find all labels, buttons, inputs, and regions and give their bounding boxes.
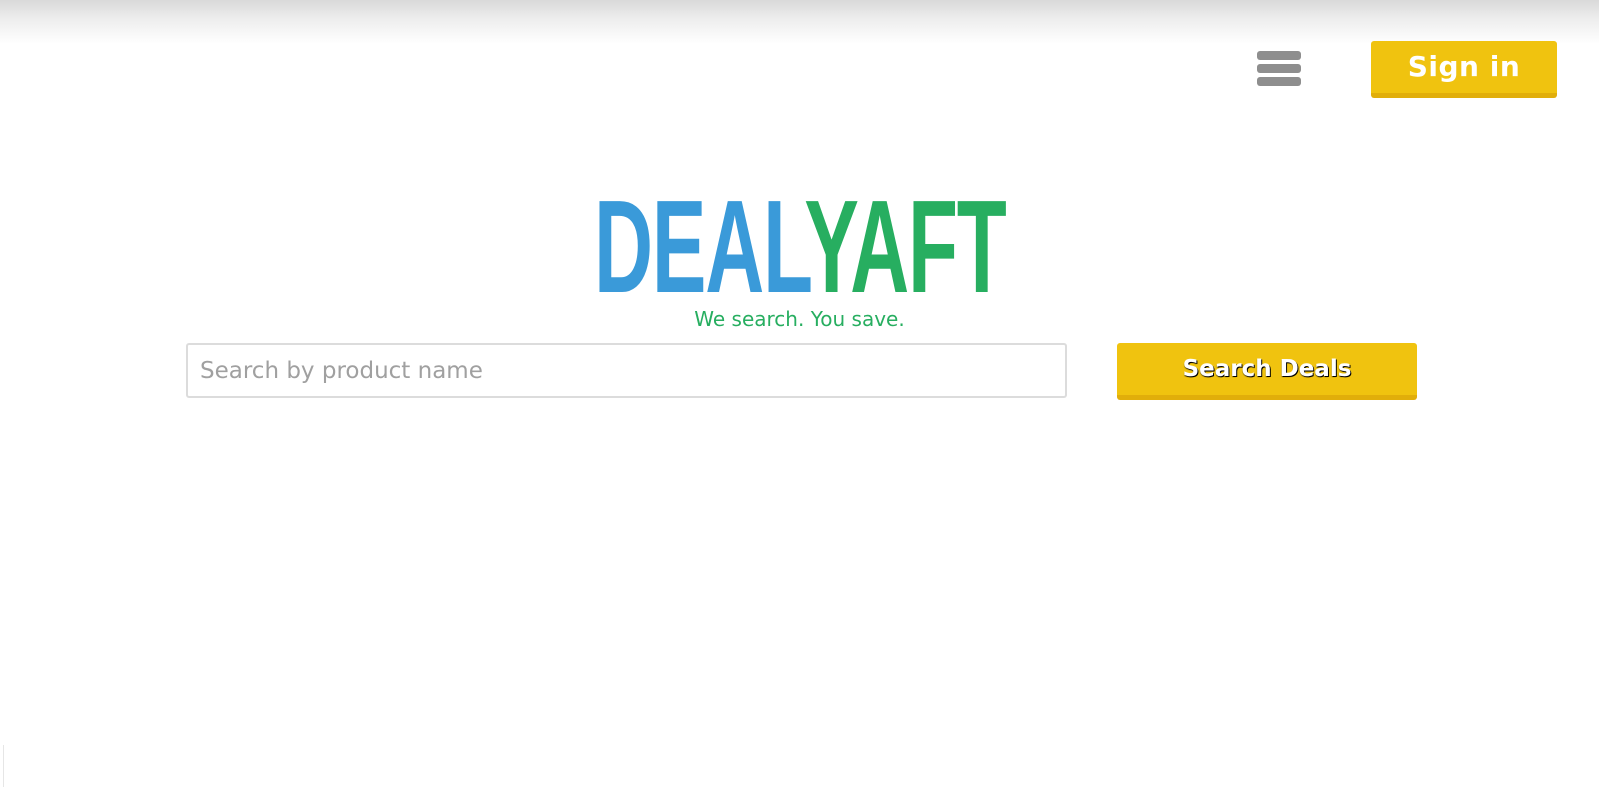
tagline: We search. You save.	[694, 307, 905, 331]
search-deals-button[interactable]: Search Deals	[1117, 343, 1417, 400]
top-shade	[0, 0, 1599, 44]
menu-bar	[1257, 51, 1301, 60]
hamburger-menu-icon[interactable]	[1256, 48, 1302, 90]
logo-wordmark: DEALYAFT	[594, 181, 1007, 313]
logo-part-deal: DEAL	[594, 173, 806, 320]
search-input[interactable]	[186, 343, 1067, 398]
menu-bar	[1257, 64, 1301, 73]
sign-in-button[interactable]: Sign in	[1371, 41, 1557, 98]
page: Sign in DEALYAFT We search. You save. Se…	[0, 0, 1599, 787]
site-logo[interactable]: DEALYAFT	[594, 181, 1014, 313]
logo-part-yaft: YAFT	[804, 173, 1006, 320]
edge-divider	[0, 745, 4, 787]
menu-bar	[1257, 77, 1301, 86]
